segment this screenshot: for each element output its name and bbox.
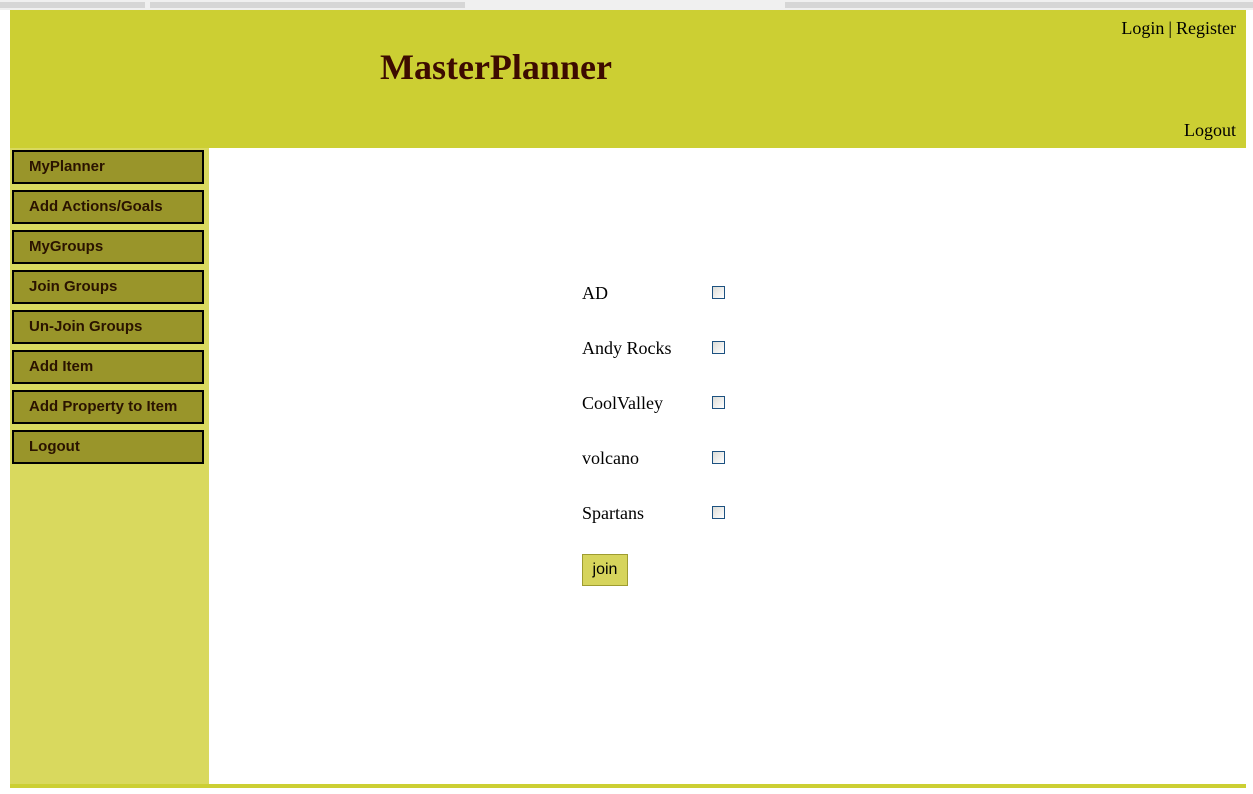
group-row: volcano — [582, 448, 782, 472]
sidebar-item-add-actions-goals[interactable]: Add Actions/Goals — [12, 190, 204, 224]
register-link[interactable]: Register — [1176, 18, 1236, 38]
sidebar-item-join-groups[interactable]: Join Groups — [12, 270, 204, 304]
group-row: AD — [582, 283, 782, 307]
group-row: CoolValley — [582, 393, 782, 417]
group-row: Spartans — [582, 503, 782, 527]
main-content: AD Andy Rocks CoolValley volcano Spartan… — [209, 148, 1246, 784]
auth-separator: | — [1168, 18, 1172, 38]
group-name: Andy Rocks — [582, 338, 672, 358]
sidebar-item-add-property-to-item[interactable]: Add Property to Item — [12, 390, 204, 424]
browser-top-strip — [0, 0, 1253, 10]
group-name: volcano — [582, 448, 639, 468]
sidebar-item-mygroups[interactable]: MyGroups — [12, 230, 204, 264]
group-name: AD — [582, 283, 608, 303]
group-checkbox[interactable] — [712, 506, 725, 519]
group-name: Spartans — [582, 503, 644, 523]
sidebar-item-logout[interactable]: Logout — [12, 430, 204, 464]
header: MasterPlanner Login | Register Logout — [10, 10, 1246, 148]
group-row: Andy Rocks — [582, 338, 782, 362]
login-link[interactable]: Login — [1121, 18, 1164, 38]
group-checkbox[interactable] — [712, 451, 725, 464]
header-logout-link[interactable]: Logout — [1184, 120, 1236, 141]
strip-segment — [785, 2, 1253, 8]
group-name: CoolValley — [582, 393, 663, 413]
site-title: MasterPlanner — [380, 47, 612, 87]
sidebar-item-add-item[interactable]: Add Item — [12, 350, 204, 384]
sidebar-item-myplanner[interactable]: MyPlanner — [12, 150, 204, 184]
group-checkbox[interactable] — [712, 396, 725, 409]
strip-segment — [0, 2, 145, 8]
sidebar: MyPlanner Add Actions/Goals MyGroups Joi… — [10, 148, 209, 784]
group-checkbox[interactable] — [712, 286, 725, 299]
auth-links: Login | Register — [1121, 18, 1236, 39]
join-button[interactable]: join — [582, 554, 628, 586]
group-checkbox[interactable] — [712, 341, 725, 354]
sidebar-item-unjoin-groups[interactable]: Un-Join Groups — [12, 310, 204, 344]
page-frame: MasterPlanner Login | Register Logout MyPl… — [10, 10, 1246, 788]
strip-segment — [150, 2, 465, 8]
